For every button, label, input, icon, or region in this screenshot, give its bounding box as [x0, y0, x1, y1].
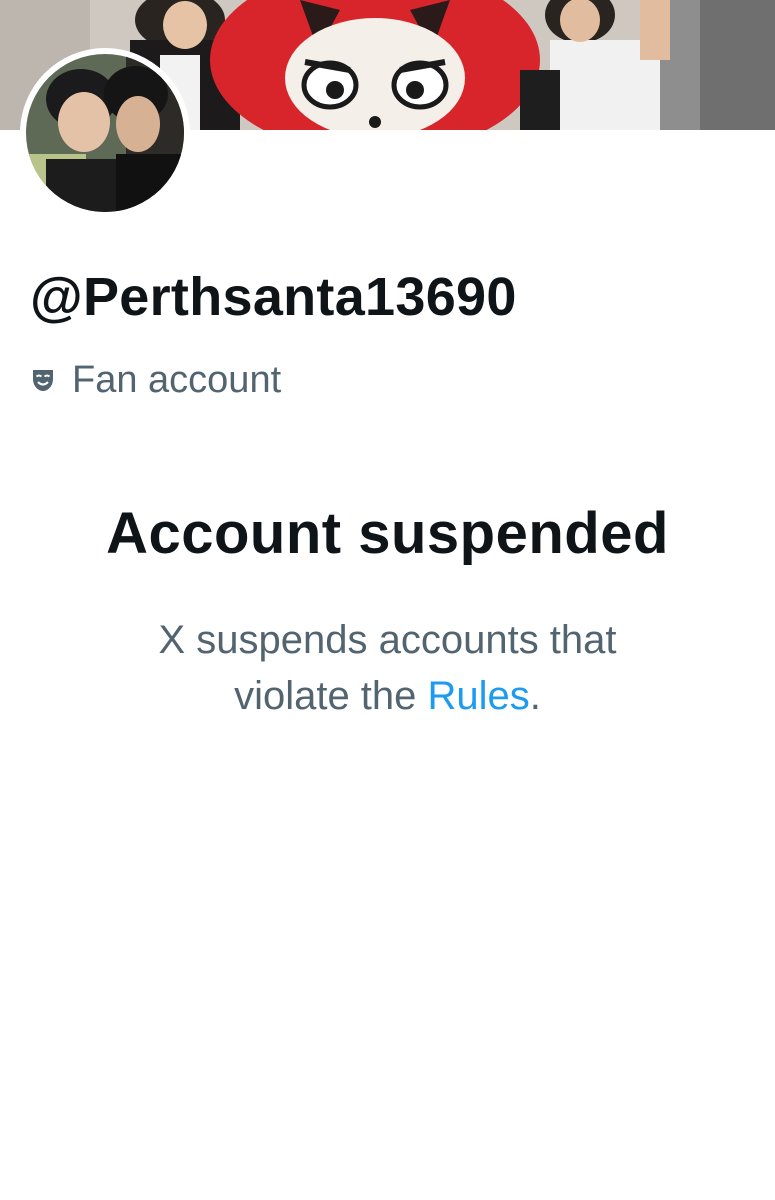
- category-label: Fan account: [72, 358, 282, 401]
- suspension-message-suffix: .: [529, 674, 541, 718]
- suspension-message: X suspends accounts that violate the Rul…: [0, 612, 775, 724]
- profile-handle: @Perthsanta13690: [30, 267, 517, 327]
- profile-avatar[interactable]: [20, 48, 190, 218]
- theater-mask-icon: [30, 367, 56, 393]
- suspension-title: Account suspended: [106, 501, 669, 566]
- rules-link[interactable]: Rules: [428, 674, 530, 718]
- suspension-message-line1: X suspends accounts that: [158, 618, 617, 662]
- suspension-message-line2: violate the Rules.: [0, 668, 775, 724]
- suspension-message-prefix: violate the: [234, 674, 428, 718]
- profile-category: Fan account: [30, 358, 281, 402]
